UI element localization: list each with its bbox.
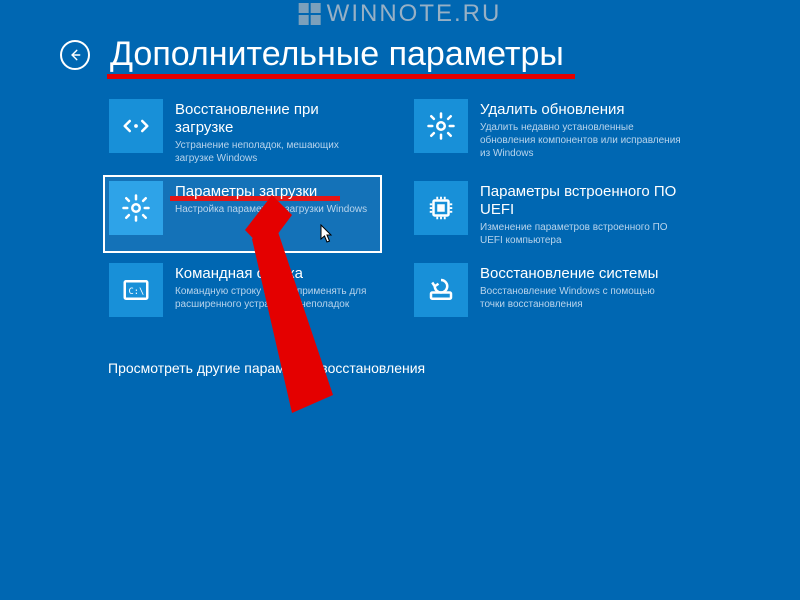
restore-icon xyxy=(414,263,468,317)
more-recovery-options-link[interactable]: Просмотреть другие параметры восстановле… xyxy=(108,360,425,376)
annotation-underline xyxy=(107,74,575,79)
tile-desc: Настройка параметров загрузки Windows xyxy=(175,203,376,216)
tile-startup-repair[interactable]: Восстановление при загрузке Устранение н… xyxy=(105,95,380,169)
tile-system-restore[interactable]: Восстановление системы Восстановление Wi… xyxy=(410,259,685,331)
tile-title: Командная строка xyxy=(175,265,376,283)
arrow-left-icon xyxy=(68,48,82,62)
tile-title: Восстановление системы xyxy=(480,265,681,283)
page-title: Дополнительные параметры xyxy=(110,35,564,74)
tile-desc: Изменение параметров встроенного ПО UEFI… xyxy=(480,221,681,247)
tile-startup-settings[interactable]: Параметры загрузки Настройка параметров … xyxy=(105,177,380,251)
chip-icon xyxy=(414,181,468,235)
gear-icon xyxy=(414,99,468,153)
tile-title: Удалить обновления xyxy=(480,101,681,119)
tile-uninstall-updates[interactable]: Удалить обновления Удалить недавно устан… xyxy=(410,95,685,169)
tile-title: Восстановление при загрузке xyxy=(175,101,376,137)
tile-desc: Устранение неполадок, мешающих загрузке … xyxy=(175,139,376,165)
startup-repair-icon xyxy=(109,99,163,153)
tile-uefi-firmware[interactable]: Параметры встроенного ПО UEFI Изменение … xyxy=(410,177,685,251)
tile-desc: Восстановление Windows с помощью точки в… xyxy=(480,285,681,311)
gear-icon xyxy=(109,181,163,235)
svg-text:C:\: C:\ xyxy=(129,287,145,297)
header: Дополнительные параметры xyxy=(60,35,564,74)
tile-grid: Восстановление при загрузке Устранение н… xyxy=(105,95,685,331)
tile-desc: Командную строку можно применять для рас… xyxy=(175,285,376,311)
tile-command-prompt[interactable]: C:\ Командная строка Командную строку мо… xyxy=(105,259,380,331)
windows-logo-icon xyxy=(299,3,321,25)
tile-title: Параметры встроенного ПО UEFI xyxy=(480,183,681,219)
watermark-text: WINNOTE.RU xyxy=(327,0,502,28)
terminal-icon: C:\ xyxy=(109,263,163,317)
back-button[interactable] xyxy=(60,40,90,70)
tile-desc: Удалить недавно установленные обновления… xyxy=(480,121,681,160)
watermark: WINNOTE.RU xyxy=(299,0,502,28)
tile-title: Параметры загрузки xyxy=(175,183,376,201)
